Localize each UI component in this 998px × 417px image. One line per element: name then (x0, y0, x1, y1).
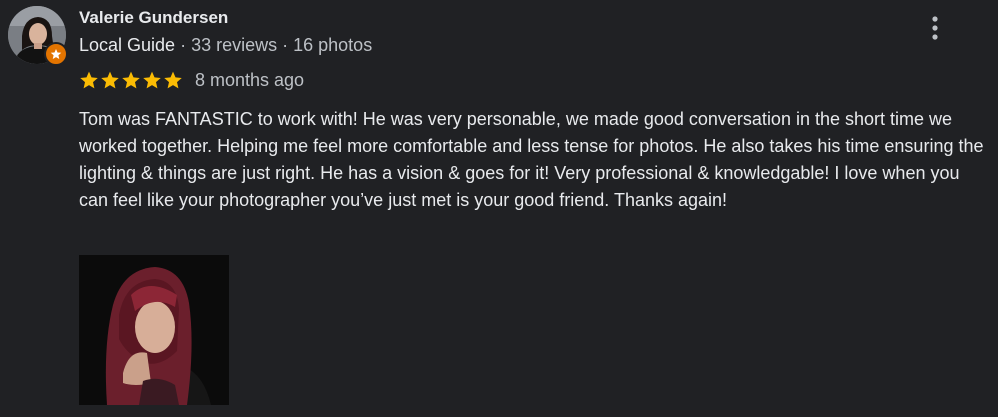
rating-row: 8 months ago (79, 69, 304, 91)
star-icon (122, 71, 140, 89)
reviewer-meta: Local Guide · 33 reviews · 16 photos (79, 35, 372, 56)
reviewer-avatar[interactable] (8, 6, 68, 66)
star-rating (79, 70, 183, 90)
reviewer-name[interactable]: Valerie Gundersen (79, 8, 228, 28)
meta-separator: · (277, 35, 294, 55)
review-card: Valerie Gundersen Local Guide · 33 revie… (0, 0, 998, 417)
more-vert-icon (932, 16, 938, 40)
more-options-button[interactable] (920, 10, 950, 46)
local-guide-star-icon (44, 42, 68, 66)
review-photo[interactable] (79, 255, 229, 405)
review-text: Tom was FANTASTIC to work with! He was v… (79, 109, 984, 210)
review-time: 8 months ago (195, 69, 305, 90)
star-icon (164, 71, 182, 89)
review-count: 33 reviews (191, 35, 278, 55)
star-icon (143, 71, 161, 89)
star-icon (80, 71, 98, 89)
local-guide-label: Local Guide (79, 35, 176, 55)
meta-separator: · (175, 35, 192, 55)
photo-count: 16 photos (293, 35, 373, 55)
star-icon (101, 71, 119, 89)
